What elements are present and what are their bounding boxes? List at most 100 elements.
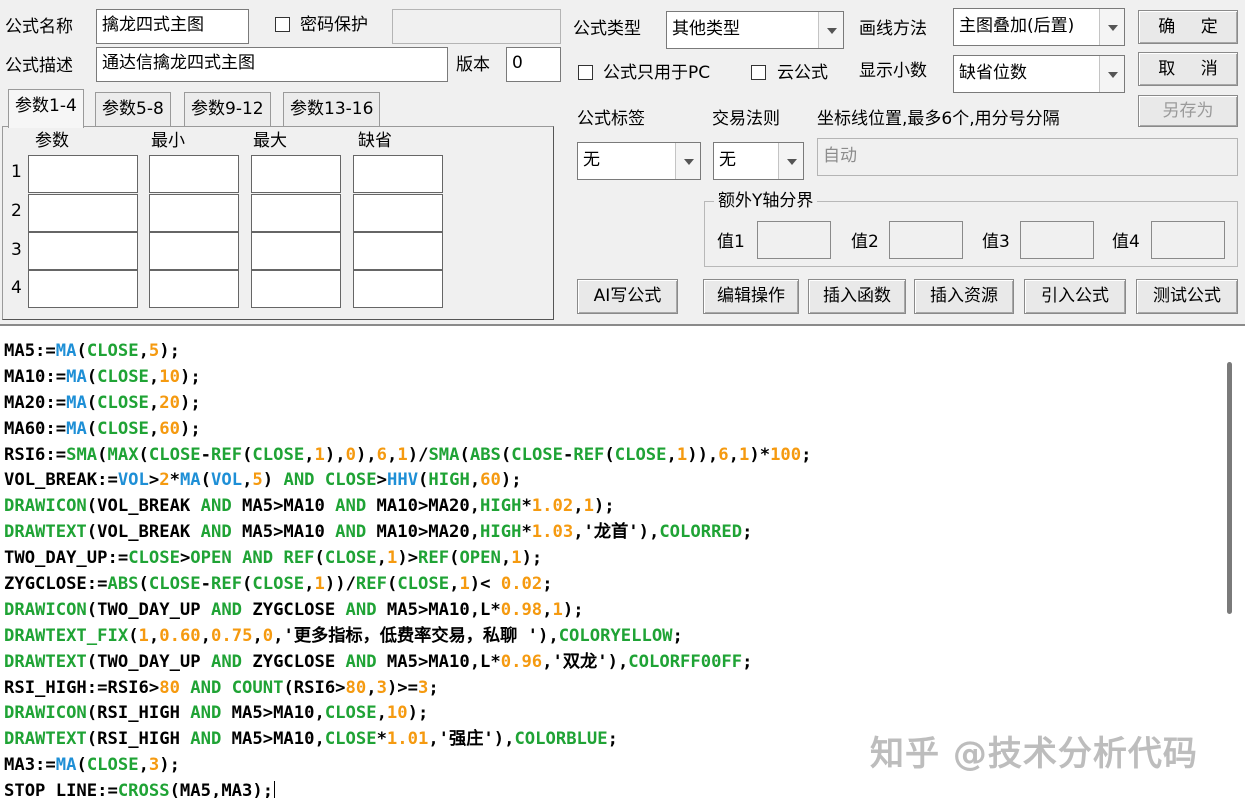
- code-line: STOP_LINE:=CROSS(MA5,MA3);​: [4, 779, 811, 798]
- param-name-input[interactable]: [28, 270, 138, 308]
- trade-rule-value: 无: [719, 150, 736, 170]
- draw-method-value: 主图叠加(后置): [959, 16, 1075, 36]
- code-line: DRAWTEXT(RSI_HIGH AND MA5>MA10,CLOSE*1.0…: [4, 729, 618, 750]
- code-line: DRAWTEXT(VOL_BREAK AND MA5>MA10 AND MA10…: [4, 522, 753, 543]
- code-line: RSI6:=SMA(MAX(CLOSE-REF(CLOSE,1),0),6,1)…: [4, 444, 812, 465]
- code-line: DRAWTEXT_FIX(1,0.60,0.75,0,'更多指标，低费率交易，私…: [4, 625, 683, 646]
- code-line: MA5:=MA(CLOSE,5);: [4, 341, 180, 361]
- formula-type-value: 其他类型: [672, 19, 740, 39]
- version-input[interactable]: 0: [506, 47, 561, 82]
- code-content[interactable]: MA5:=MA(CLOSE,5); MA10:=MA(CLOSE,10); MA20…: [4, 339, 811, 798]
- decimals-label: 显示小数: [859, 61, 927, 81]
- param-max-input[interactable]: [251, 155, 341, 193]
- code-line: TWO_DAY_UP:=CLOSE>OPEN AND REF(CLOSE,1)>…: [4, 548, 543, 569]
- tab-params-9-12[interactable]: 参数9-12: [184, 92, 271, 126]
- coord-line-input[interactable]: 自动: [817, 138, 1238, 176]
- param-name-input[interactable]: [28, 232, 138, 270]
- formula-desc-label: 公式描述: [5, 56, 73, 76]
- formula-tag-select[interactable]: 无: [577, 142, 701, 180]
- code-line: MA20:=MA(CLOSE,20);: [4, 392, 201, 413]
- code-line: DRAWTEXT(TWO_DAY_UP AND ZYGCLOSE AND MA5…: [4, 651, 753, 672]
- formula-desc-input[interactable]: 通达信擒龙四式主图: [96, 47, 448, 82]
- pc-only-checkbox[interactable]: [578, 65, 593, 80]
- chevron-down-icon[interactable]: [818, 12, 843, 48]
- cloud-label: 云公式: [777, 63, 828, 83]
- chevron-down-icon[interactable]: [675, 143, 700, 179]
- code-line: MA60:=MA(CLOSE,60);: [4, 418, 201, 439]
- insert-resource-button[interactable]: 插入资源: [914, 279, 1014, 314]
- formula-name-input[interactable]: 擒龙四式主图: [96, 9, 249, 44]
- chevron-down-icon[interactable]: [1099, 9, 1124, 45]
- coord-line-label: 坐标线位置,最多6个,用分号分隔: [817, 109, 1060, 129]
- tab-params-5-8[interactable]: 参数5-8: [95, 92, 171, 126]
- y-value-2-input[interactable]: [889, 221, 963, 259]
- param-max-input[interactable]: [251, 270, 341, 308]
- ai-write-button[interactable]: AI写公式: [577, 279, 678, 314]
- formula-type-select[interactable]: 其他类型: [666, 11, 844, 49]
- code-line: DRAWICON(RSI_HIGH AND MA5>MA10,CLOSE,10)…: [4, 703, 429, 724]
- decimals-value: 缺省位数: [959, 63, 1027, 83]
- y-value-label: 值2: [851, 232, 879, 252]
- vertical-scrollbar[interactable]: [1216, 336, 1244, 798]
- param-default-input[interactable]: [353, 270, 443, 308]
- param-min-input[interactable]: [149, 194, 239, 232]
- password-label: 密码保护: [300, 15, 368, 35]
- param-name-input[interactable]: [28, 155, 138, 193]
- param-header-name: 参数: [35, 131, 69, 151]
- import-formula-button[interactable]: 引入公式: [1024, 279, 1126, 314]
- param-max-input[interactable]: [251, 194, 341, 232]
- draw-method-select[interactable]: 主图叠加(后置): [953, 8, 1125, 46]
- extra-y-title: 额外Y轴分界: [714, 190, 818, 212]
- formula-name-label: 公式名称: [5, 17, 73, 37]
- formula-type-label: 公式类型: [573, 19, 641, 39]
- version-label: 版本: [456, 55, 490, 75]
- tab-params-13-16[interactable]: 参数13-16: [283, 92, 381, 126]
- trade-rule-select[interactable]: 无: [713, 142, 804, 180]
- y-value-label: 值4: [1112, 232, 1140, 252]
- param-default-input[interactable]: [353, 232, 443, 270]
- y-value-3-input[interactable]: [1020, 221, 1094, 259]
- param-header-max: 最大: [253, 131, 287, 151]
- draw-method-label: 画线方法: [859, 19, 927, 39]
- pc-only-label: 公式只用于PC: [603, 63, 711, 83]
- password-checkbox[interactable]: [275, 17, 290, 32]
- watermark: 知乎 @技术分析代码: [870, 734, 1198, 774]
- tab-params-1-4[interactable]: 参数1-4: [8, 89, 84, 128]
- param-min-input[interactable]: [149, 155, 239, 193]
- insert-function-button[interactable]: 插入函数: [808, 279, 906, 314]
- cloud-checkbox[interactable]: [751, 65, 766, 80]
- y-value-label: 值1: [717, 232, 745, 252]
- password-input[interactable]: [392, 9, 561, 44]
- decimals-select[interactable]: 缺省位数: [953, 55, 1125, 93]
- param-default-input[interactable]: [353, 194, 443, 232]
- save-as-button[interactable]: 另存为: [1138, 95, 1238, 127]
- y-value-label: 值3: [982, 232, 1010, 252]
- param-row-number: 4: [11, 278, 22, 298]
- code-line: MA10:=MA(CLOSE,10);: [4, 366, 201, 387]
- y-value-4-input[interactable]: [1151, 221, 1225, 259]
- param-header-default: 缺省: [358, 131, 392, 151]
- chevron-down-icon[interactable]: [778, 143, 803, 179]
- param-max-input[interactable]: [251, 232, 341, 270]
- code-line: DRAWICON(TWO_DAY_UP AND ZYGCLOSE AND MA5…: [4, 599, 584, 620]
- param-row-number: 2: [11, 201, 22, 221]
- param-min-input[interactable]: [149, 232, 239, 270]
- code-line: ZYGCLOSE:=ABS(CLOSE-REF(CLOSE,1))/REF(CL…: [4, 574, 553, 595]
- param-row-number: 1: [11, 162, 22, 182]
- cancel-button[interactable]: 取 消: [1138, 52, 1238, 86]
- test-formula-button[interactable]: 测试公式: [1136, 279, 1238, 314]
- param-default-input[interactable]: [353, 155, 443, 193]
- param-name-input[interactable]: [28, 194, 138, 232]
- code-line: MA3:=MA(CLOSE,3);: [4, 755, 180, 776]
- param-header-min: 最小: [151, 131, 185, 151]
- code-line: RSI_HIGH:=RSI6>80 AND COUNT(RSI6>80,3)>=…: [4, 677, 439, 698]
- edit-ops-button[interactable]: 编辑操作: [703, 279, 799, 314]
- trade-rule-label: 交易法则: [712, 109, 780, 129]
- scrollbar-thumb[interactable]: [1227, 362, 1232, 614]
- y-value-1-input[interactable]: [757, 221, 831, 259]
- param-min-input[interactable]: [149, 270, 239, 308]
- chevron-down-icon[interactable]: [1099, 56, 1124, 92]
- param-row-number: 3: [11, 240, 22, 260]
- confirm-button[interactable]: 确 定: [1138, 10, 1238, 44]
- code-line: VOL_BREAK:=VOL>2*MA(VOL,5) AND CLOSE>HHV…: [4, 470, 522, 491]
